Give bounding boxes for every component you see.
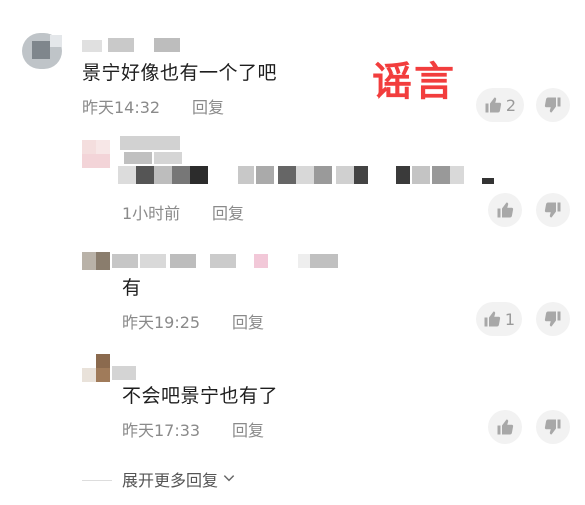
- expand-more-replies-button[interactable]: 展开更多回复: [122, 467, 236, 491]
- dislike-button[interactable]: [536, 88, 570, 122]
- avatar[interactable]: [82, 354, 110, 382]
- reply-time: 1小时前: [122, 204, 181, 223]
- thumb-up-icon: [496, 201, 514, 219]
- like-count: 1: [504, 309, 516, 329]
- chevron-down-icon: [222, 470, 236, 489]
- rumor-watermark: 谣言: [372, 59, 456, 105]
- like-button[interactable]: [488, 410, 522, 444]
- thumb-up-icon: [496, 418, 514, 436]
- reply-button[interactable]: 回复: [212, 200, 244, 224]
- avatar[interactable]: [22, 27, 66, 71]
- reply-text: 不会吧景宁也有了: [122, 385, 279, 407]
- thumb-down-icon: [544, 201, 562, 219]
- like-button[interactable]: 2: [476, 88, 524, 122]
- thumb-down-icon: [544, 310, 562, 328]
- avatar[interactable]: [82, 140, 110, 168]
- like-button[interactable]: 1: [476, 302, 522, 336]
- reply-time: 昨天17:33: [122, 421, 201, 440]
- thumb-down-icon: [544, 96, 562, 114]
- avatar[interactable]: [82, 252, 110, 270]
- reply-time: 昨天19:25: [122, 313, 201, 332]
- dislike-button[interactable]: [536, 193, 570, 227]
- like-count: 2: [505, 95, 517, 115]
- thumb-down-icon: [544, 418, 562, 436]
- thumb-up-icon: [483, 310, 501, 328]
- reply-text: 有: [122, 277, 142, 299]
- reply-button[interactable]: 回复: [232, 417, 264, 441]
- expand-label: 展开更多回复: [122, 471, 219, 490]
- dislike-button[interactable]: [536, 410, 570, 444]
- like-button[interactable]: [488, 193, 522, 227]
- divider: [82, 480, 112, 481]
- comment-text: 景宁好像也有一个了吧: [82, 62, 278, 84]
- reply-button[interactable]: 回复: [232, 309, 264, 333]
- reply-button[interactable]: 回复: [192, 94, 224, 118]
- comment-time: 昨天14:32: [82, 98, 161, 117]
- thumb-up-icon: [484, 96, 502, 114]
- dislike-button[interactable]: [536, 302, 570, 336]
